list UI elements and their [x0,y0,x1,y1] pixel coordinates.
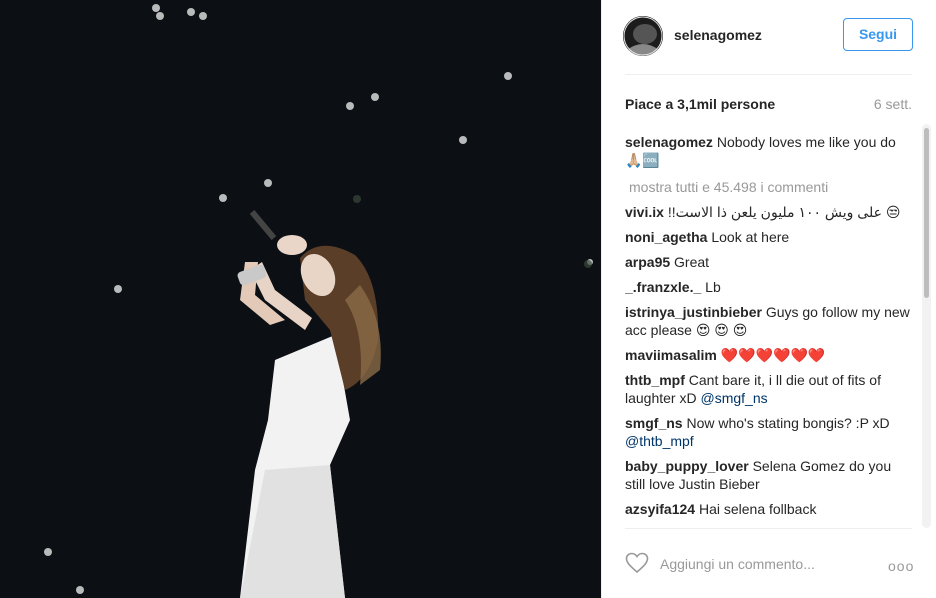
post-username[interactable]: selenagomez [674,27,762,43]
comment-item: istrinya_justinbieber Guys go follow my … [625,303,910,339]
comment-username[interactable]: maviimasalim [625,347,717,363]
divider [625,74,912,75]
comment-username[interactable]: smgf_ns [625,415,683,431]
post-timestamp[interactable]: 6 sett. [874,96,912,112]
comment-username[interactable]: arpa95 [625,254,670,270]
caption: selenagomez Nobody loves me like you do … [625,133,910,169]
comment-text: Lb [705,279,721,295]
comment-username[interactable]: thtb_mpf [625,372,685,388]
comments-scrollbar-thumb[interactable] [924,128,929,298]
comment-username[interactable]: baby_puppy_lover [625,458,749,474]
likes-count[interactable]: Piace a 3,1mil persone [625,96,775,112]
comment-text: ❤️❤️❤️❤️❤️❤️ [720,347,826,363]
comment-item: maviimasalim ❤️❤️❤️❤️❤️❤️ [625,346,910,364]
comment-item: azsyifa124 Hai selena follback [625,500,910,518]
comment-item: smgf_ns Now who's stating bongis? :P xD … [625,414,910,450]
concert-photo-illustration [0,0,601,598]
comment-item: vivi.ix !!على ويش ١٠٠ مليون يلعن ذا الاس… [625,203,910,221]
show-all-comments-link[interactable]: mostra tutti e 45.498 i commenti [629,178,910,196]
add-comment-input[interactable]: Aggiungi un commento... [660,556,815,572]
comment-item: arpa95 Great [625,253,910,271]
comment-text: Look at here [711,229,790,245]
comment-username[interactable]: istrinya_justinbieber [625,304,762,320]
comment-username[interactable]: vivi.ix [625,204,664,220]
heart-outline-icon[interactable] [625,552,649,574]
comment-mention-link[interactable]: @thtb_mpf [625,433,694,449]
avatar[interactable] [623,16,663,56]
comment-item: thtb_mpf Cant bare it, i ll die out of f… [625,371,910,407]
ellipsis-icon[interactable]: ooo [888,558,914,574]
divider [625,528,912,529]
comment-text: !!على ويش ١٠٠ مليون يلعن ذا الاست 😒 [667,204,901,220]
likes-row: Piace a 3,1mil persone 6 sett. [625,96,912,114]
post-photo[interactable] [0,0,601,598]
comment-username[interactable]: noni_agetha [625,229,707,245]
comment-username[interactable]: _.franzxle._ [625,279,701,295]
comment-text: Now who's stating bongis? :P xD [686,415,890,431]
comment-item: baby_puppy_lover Selena Gomez do you sti… [625,457,910,493]
comment-item: _.franzxle._ Lb [625,278,910,296]
post-header: selenagomez Segui [623,16,913,56]
comments-list: selenagomez Nobody loves me like you do … [625,133,910,528]
avatar-image [623,16,663,56]
comment-mention-link[interactable]: @smgf_ns [700,390,767,406]
caption-username[interactable]: selenagomez [625,134,713,150]
comment-username[interactable]: azsyifa124 [625,501,695,517]
comment-item: noni_agetha Look at here [625,228,910,246]
follow-button[interactable]: Segui [843,18,913,51]
comment-text: Great [674,254,710,270]
comment-text: Hai selena follback [698,501,817,517]
